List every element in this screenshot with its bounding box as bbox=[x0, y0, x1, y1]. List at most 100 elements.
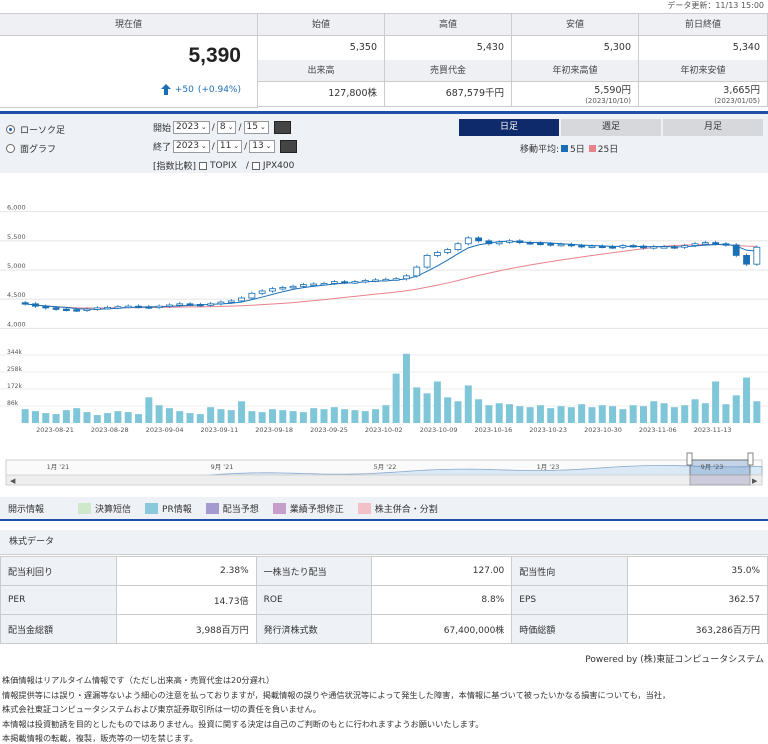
legend-swatch bbox=[78, 502, 91, 514]
quote-cell: 出来高 127,800株 bbox=[258, 60, 385, 107]
tab-daily[interactable]: 日足 bbox=[459, 119, 559, 136]
radio-area-chart[interactable]: 面グラフ bbox=[6, 142, 56, 155]
volume-bar bbox=[289, 411, 297, 423]
navigator-handle-left bbox=[686, 452, 693, 466]
volume-bar bbox=[670, 407, 678, 423]
quote-cell: 売買代金 687,579千円 bbox=[385, 60, 512, 107]
stock-key: 時価総額 bbox=[511, 614, 629, 644]
candle bbox=[238, 297, 245, 302]
topix-checkbox[interactable] bbox=[199, 161, 208, 170]
x-tick-label: 2023-10-16 bbox=[475, 426, 513, 434]
volume-bar bbox=[578, 404, 586, 423]
y-tick-label: 5,000 bbox=[7, 262, 26, 270]
end-day-select[interactable]: 13 ⌄ bbox=[249, 140, 275, 153]
quote-value: 3,665円 bbox=[723, 85, 760, 96]
quote-cell: 始値 5,350 bbox=[258, 14, 385, 61]
change-value: +50 bbox=[174, 84, 194, 95]
tab-monthly[interactable]: 月足 bbox=[663, 119, 763, 136]
navigator-handle-right bbox=[747, 452, 754, 466]
volume-bar bbox=[413, 387, 421, 423]
end-year-select[interactable]: 2023 ⌄ bbox=[173, 140, 210, 153]
change-percent: (+0.94%) bbox=[197, 84, 241, 95]
calendar-icon[interactable] bbox=[279, 140, 297, 153]
volume-bar bbox=[495, 403, 503, 423]
note-line: 株価情報はリアルタイム情報です（ただし出来高・売買代金は20分遅れ） bbox=[2, 675, 275, 685]
quote-cell-label: 売買代金 bbox=[385, 60, 511, 82]
legend-item: 決算短信 bbox=[78, 502, 131, 515]
volume-bar bbox=[732, 395, 740, 423]
candle bbox=[21, 302, 29, 305]
start-month-select[interactable]: 8 ⌄ bbox=[216, 121, 237, 134]
volume-bar bbox=[516, 406, 524, 423]
navigator-label: 9月 '21 bbox=[211, 463, 234, 471]
end-date-row: 終了 2023 ⌄/ 11 ⌄/ 13 ⌄ bbox=[153, 140, 297, 153]
quote-cell-label: 安値 bbox=[512, 14, 638, 36]
scroll-left-icon: ◀ bbox=[10, 477, 16, 485]
moving-average-legend: 移動平均: 5日 25日 bbox=[520, 142, 618, 155]
volume-bar bbox=[454, 401, 462, 423]
volume-bar bbox=[567, 407, 575, 423]
radio-candlestick[interactable]: ローソク足 bbox=[6, 123, 65, 136]
compare-label: [指数比較] bbox=[153, 162, 197, 172]
jpx400-checkbox[interactable] bbox=[251, 161, 260, 170]
ma25-swatch bbox=[588, 145, 596, 152]
start-day-select[interactable]: 15 ⌄ bbox=[243, 121, 269, 134]
navigator-label: 1月 '21 bbox=[47, 463, 70, 471]
x-tick-label: 2023-10-30 bbox=[584, 426, 622, 434]
stock-value: 14.73倍 bbox=[115, 585, 257, 615]
candle bbox=[475, 237, 482, 242]
stock-value: 8.8% bbox=[371, 585, 513, 615]
volume-bar bbox=[372, 409, 380, 423]
disclosure-legend: 開示情報 決算短信 PR情報 配当予想 業績予想修正 株主併合・分割 bbox=[0, 497, 768, 521]
start-year-select[interactable]: 2023 ⌄ bbox=[173, 121, 210, 134]
end-year-value: 2023 bbox=[176, 141, 199, 151]
tab-weekly[interactable]: 週足 bbox=[561, 119, 661, 136]
volume-bar bbox=[73, 408, 81, 423]
candle bbox=[52, 307, 60, 310]
candle bbox=[196, 304, 204, 307]
stock-row: PER 14.73倍 ROE 8.8% EPS 362.57 bbox=[0, 585, 768, 615]
start-label: 開始 bbox=[153, 124, 172, 134]
stock-value: 35.0% bbox=[627, 556, 768, 586]
volume-bar bbox=[165, 408, 173, 423]
price-chart[interactable]: 6,000 5,500 5,000 4,500 4,000 344k 258k 172k 86k… bbox=[0, 175, 768, 490]
y-tick-label: 4,500 bbox=[7, 291, 26, 299]
calendar-icon[interactable] bbox=[273, 121, 291, 134]
volume-bar bbox=[135, 414, 143, 423]
x-tick-label: 2023-09-11 bbox=[201, 426, 239, 434]
stock-key: 配当利回り bbox=[0, 556, 117, 586]
volume-bar bbox=[691, 399, 699, 423]
volume-bar bbox=[196, 414, 204, 423]
candle bbox=[300, 284, 307, 287]
ma25-label: 25日 bbox=[597, 145, 619, 155]
volume-bar bbox=[62, 410, 70, 423]
candle bbox=[73, 309, 81, 312]
x-tick-label: 2023-09-04 bbox=[146, 426, 184, 434]
scroll-right-icon: ▶ bbox=[752, 477, 758, 485]
candle bbox=[588, 245, 596, 248]
start-year-value: 2023 bbox=[176, 122, 199, 132]
volume-bar bbox=[392, 373, 400, 423]
stock-value: 67,400,000株 bbox=[371, 614, 513, 644]
legend-swatch bbox=[205, 502, 219, 514]
volume-bar bbox=[207, 407, 215, 423]
candle bbox=[506, 240, 513, 243]
legend-label: 株主併合・分割 bbox=[374, 504, 438, 515]
disclaimer-notes: 株価情報はリアルタイム情報です（ただし出来高・売買代金は20分遅れ） 情報提供等に… bbox=[2, 673, 670, 744]
volume-bar bbox=[176, 411, 184, 423]
candle bbox=[567, 243, 575, 247]
candle bbox=[671, 246, 678, 249]
legend-item: 株主併合・分割 bbox=[357, 502, 438, 515]
volume-bar bbox=[104, 413, 112, 423]
candle bbox=[351, 281, 359, 284]
stock-data-table: 配当利回り 2.38% 一株当たり配当 127.00 配当性向 35.0% PER 14.73… bbox=[0, 556, 768, 644]
candle bbox=[83, 308, 91, 311]
candle bbox=[62, 308, 70, 311]
quote-cell: 前日終値 5,340 bbox=[639, 14, 768, 61]
powered-by: Powered by (株)東証コンピュータシステム bbox=[585, 655, 764, 665]
end-month-select[interactable]: 11 ⌄ bbox=[216, 140, 243, 153]
legend-label: PR情報 bbox=[162, 504, 192, 515]
candle bbox=[454, 243, 462, 250]
volume-bar bbox=[536, 405, 544, 423]
volume-bar bbox=[351, 410, 359, 423]
